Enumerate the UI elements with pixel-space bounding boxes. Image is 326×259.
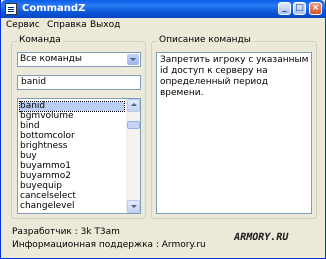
list-item[interactable]: cancelselect [20,192,124,201]
list-item[interactable]: changelevel [20,202,124,211]
list-item[interactable]: brightness [20,142,124,151]
description-group-legend: Описание команды [157,35,253,45]
chevron-up-icon [131,103,137,106]
list-item[interactable]: bind [20,122,124,131]
title-bar[interactable]: CommandZ _ □ × [1,0,325,18]
dropdown-button[interactable] [127,54,139,65]
scroll-up-button[interactable] [127,99,140,112]
description-box[interactable]: Запретить игроку с указанным id доступ к… [156,52,312,214]
description-group: Описание команды Запретить игроку с указ… [151,35,317,219]
command-search-input[interactable]: banid [17,75,141,90]
maximize-button[interactable]: □ [293,2,306,15]
description-text: Запретить игроку с указанным id доступ к… [160,55,309,98]
category-select[interactable]: Все команды [17,52,141,67]
window-title: CommandZ [22,3,86,14]
list-item[interactable]: buyammo2 [20,172,124,181]
scroll-down-button[interactable] [127,200,140,213]
list-item[interactable]: banid [19,101,125,112]
chevron-down-icon [130,58,136,61]
category-select-value: Все команды [20,54,82,64]
armory-logo: ARMORY.RU [233,232,290,243]
list-item[interactable]: bottomcolor [20,132,124,141]
menu-help[interactable]: Справка [47,20,87,30]
scroll-thumb[interactable] [127,121,140,129]
chevron-down-icon [131,205,137,208]
app-icon [5,3,17,15]
menu-exit[interactable]: Выход [90,20,120,30]
close-button[interactable]: × [309,2,322,15]
command-group-legend: Команда [17,35,63,45]
minimize-button[interactable]: _ [278,2,291,15]
command-list[interactable]: banid bgmvolume bind bottomcolor brightn… [17,98,141,214]
list-item[interactable]: buyammo1 [20,162,124,171]
list-item[interactable]: buy [20,152,124,161]
list-item[interactable]: buyequip [20,182,124,191]
developer-credit: Разработчик : 3k T3am [12,227,120,237]
menu-bar: Сервис Справка Выход [2,18,324,32]
app-window: CommandZ _ □ × Сервис Справка Выход Кома… [0,0,326,259]
command-group: Команда Все команды banid banid bgmvolum… [11,35,146,219]
list-scrollbar[interactable] [126,99,140,213]
menu-service[interactable]: Сервис [6,20,40,30]
list-item[interactable]: bgmvolume [20,112,124,121]
support-credit: Информационная поддержка : Armory.ru [12,240,206,250]
command-search-value: banid [21,77,47,87]
